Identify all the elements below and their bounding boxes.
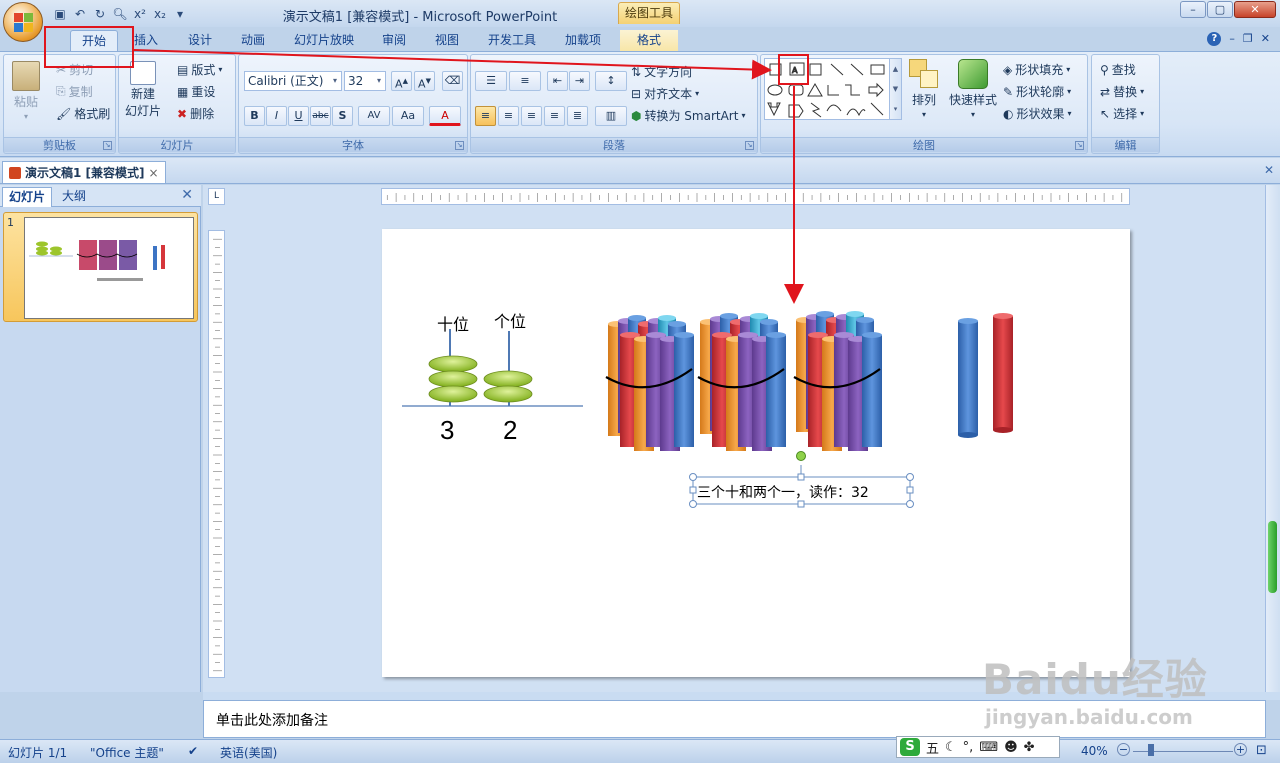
office-button[interactable] — [3, 2, 43, 42]
annotation-arrows — [133, 49, 804, 304]
office-logo-icon — [14, 13, 34, 33]
